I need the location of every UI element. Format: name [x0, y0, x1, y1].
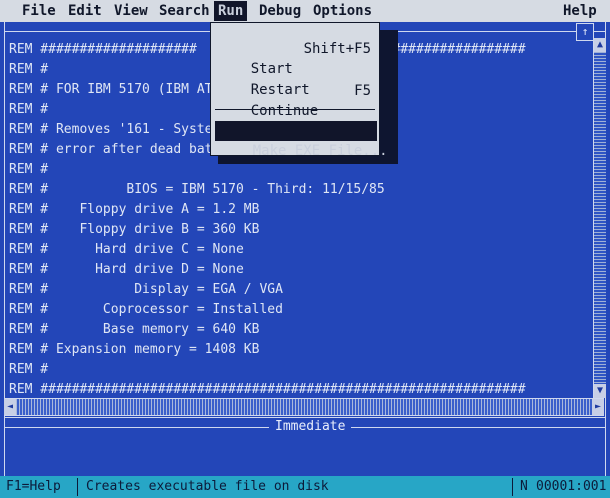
- immediate-window[interactable]: Immediate: [4, 418, 606, 476]
- menu-search[interactable]: Search: [159, 2, 210, 20]
- code-line: REM # Expansion memory = 1408 KB: [9, 342, 260, 357]
- status-message: Creates executable file on disk: [86, 479, 329, 494]
- status-help[interactable]: F1=Help: [6, 478, 61, 496]
- menu-file[interactable]: File: [22, 2, 56, 20]
- menu-edit[interactable]: Edit: [68, 2, 102, 20]
- menu-help[interactable]: Help: [563, 2, 597, 20]
- menu-view[interactable]: View: [114, 2, 148, 20]
- code-line: REM # Display = EGA / VGA: [9, 282, 283, 297]
- scroll-left-icon[interactable]: ◄: [4, 399, 16, 415]
- code-line: REM # Base memory = 640 KB: [9, 322, 260, 337]
- status-divider: [512, 478, 513, 496]
- scroll-right-icon[interactable]: ►: [592, 399, 604, 415]
- menu-options[interactable]: Options: [313, 2, 372, 20]
- status-divider: [77, 478, 78, 496]
- run-dropdown-menu: Start Shift+F5 Restart Continue F5 Make …: [210, 22, 388, 159]
- menu-item-make-exe[interactable]: Make EXE File...: [215, 121, 388, 159]
- code-line: REM # Hard drive C = None: [9, 242, 244, 257]
- menu-item-shortcut: F5: [354, 83, 371, 99]
- menu-item-label: Make EXE File...: [252, 143, 388, 159]
- menu-item-shortcut: Shift+F5: [303, 41, 371, 57]
- code-line: REM # BIOS = IBM 5170 - Third: 11/15/85: [9, 182, 385, 197]
- menu-bar: File Edit View Search Run Debug Options …: [0, 0, 610, 22]
- code-line: REM #: [9, 362, 49, 377]
- menu-item-continue[interactable]: Continue F5: [217, 81, 373, 119]
- menu-item-label: Continue: [250, 103, 319, 119]
- vertical-scrollbar[interactable]: ▲ ▼: [593, 38, 606, 398]
- status-position: 00001:001: [536, 479, 607, 494]
- scroll-up-icon[interactable]: ▲: [594, 38, 606, 52]
- code-line: REM # Floppy drive A = 1.2 MB: [9, 202, 260, 217]
- code-line: REM # Coprocessor = Installed: [9, 302, 283, 317]
- menu-debug[interactable]: Debug: [259, 2, 301, 20]
- status-bar: F1=Help Creates executable file on disk …: [0, 476, 610, 498]
- status-mode: N: [520, 479, 528, 494]
- menu-item-restart[interactable]: Restart: [217, 60, 373, 98]
- menu-run[interactable]: Run: [214, 1, 248, 21]
- maximize-icon[interactable]: ↑: [576, 23, 594, 41]
- scroll-down-icon[interactable]: ▼: [594, 384, 606, 398]
- code-line: REM # Hard drive D = None: [9, 262, 244, 277]
- menu-item-start[interactable]: Start Shift+F5: [217, 39, 373, 77]
- horizontal-scrollbar[interactable]: ◄ ►: [4, 398, 604, 416]
- code-line: REM ####################################…: [9, 382, 526, 397]
- immediate-title: Immediate: [269, 418, 352, 436]
- menu-separator: [215, 109, 375, 110]
- code-line: REM # Floppy drive B = 360 KB: [9, 222, 260, 237]
